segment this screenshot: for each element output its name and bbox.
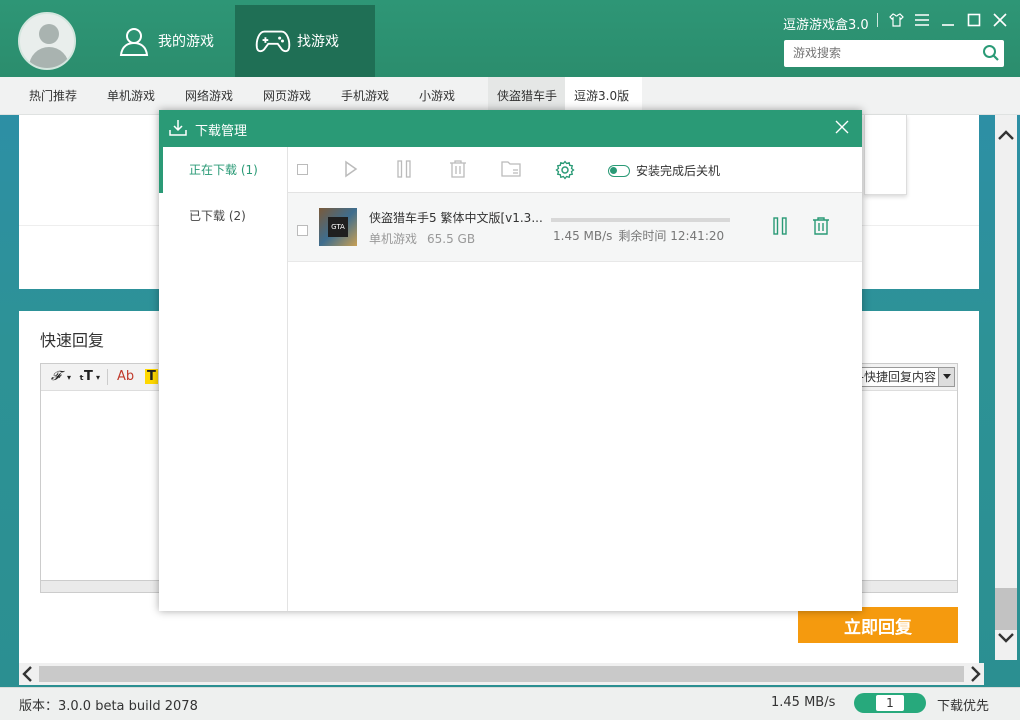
close-icon[interactable] [992,12,1008,28]
avatar-head [39,24,59,44]
item-speed: 1.45 MB/s [553,229,613,243]
select-all-checkbox[interactable] [297,164,308,175]
delete-icon[interactable] [449,160,467,181]
nav-find-games-label: 找游戏 [297,34,339,50]
skin-icon[interactable] [888,12,904,28]
avatar-body [29,47,69,68]
scrollbar-thumb[interactable] [995,588,1017,630]
tab-downloading[interactable]: 正在下载 (1) [159,147,287,193]
submit-reply-button[interactable]: 立即回复 [798,607,958,643]
highlight-button[interactable]: T [145,369,158,384]
chevron-down-icon [938,368,954,386]
maximize-icon[interactable] [966,12,982,28]
row-delete-icon[interactable] [812,217,830,238]
quick-reply-select[interactable]: 快捷回复内容-- [857,367,955,387]
tab-downloaded[interactable]: 已下载 (2) [159,193,287,239]
folder-icon[interactable] [501,160,521,181]
vertical-scrollbar[interactable] [995,115,1017,660]
title-separator [877,13,878,27]
download-sidebar: 正在下载 (1) 已下载 (2) [159,147,288,611]
category-hot[interactable]: 热门推荐 [29,77,77,115]
version-label: 版本：3.0.0 beta build 2078 [19,699,198,714]
scroll-up-icon[interactable] [998,129,1014,144]
quick-reply-title: 快速回复 [40,331,105,350]
text-color-button[interactable]: Ab [117,369,134,384]
nav-my-games-label: 我的游戏 [158,34,214,50]
settings-gear-icon[interactable] [555,160,575,183]
dialog-titlebar: 下载管理 [159,110,862,147]
game-thumbnail: GTA [319,208,357,246]
toggle-switch[interactable] [608,164,630,177]
nav-tab-find-games[interactable]: 找游戏 [235,5,375,77]
download-count: 1 [876,695,904,711]
toolbar-separator [107,369,108,385]
user-avatar[interactable] [18,12,76,70]
font-size-caret: ▾ [96,373,101,382]
font-family-button[interactable]: 𝓕 [51,369,61,384]
search-box [784,40,1004,67]
scroll-down-icon[interactable] [998,632,1014,647]
dialog-title: 下载管理 [195,124,248,139]
horizontal-scrollbar-thumb[interactable] [39,666,964,682]
app-title: 逗游游戏盒3.0 [783,18,869,33]
shutdown-after-install-toggle[interactable]: 安装完成后关机 [608,162,720,179]
dialog-close-icon[interactable] [834,119,850,138]
download-icon [169,119,187,140]
download-row[interactable]: GTA 侠盗猎车手5 繁体中文版[v1.3... 单机游戏 65.5 GB 1.4… [288,193,862,262]
horizontal-scrollbar[interactable] [19,663,984,685]
font-size-button[interactable]: ₜT [79,369,93,384]
download-rate: 1.45 MB/s 剩余时间 12:41:20 [553,227,724,244]
pause-icon[interactable] [396,160,412,181]
download-priority[interactable]: 下载优先 [937,695,989,714]
game-size: 65.5 GB [427,232,476,246]
download-toolbar: 安装完成后关机 [288,147,862,193]
shutdown-label: 安装完成后关机 [636,164,721,178]
menu-icon[interactable] [914,12,930,28]
category-single[interactable]: 单机游戏 [107,77,155,115]
play-icon[interactable] [344,160,358,181]
search-input[interactable] [784,40,964,65]
gamepad-icon [255,23,291,59]
download-manager-dialog: 下载管理 正在下载 (1) 已下载 (2) 安装完成后关机 GTA 侠盗猎车手5… [159,110,862,611]
row-checkbox[interactable] [297,225,308,236]
font-family-caret: ▾ [67,373,72,382]
gta-logo-icon: GTA [328,217,348,237]
progress-bar [551,218,730,222]
download-count-badge[interactable]: 1 [854,693,926,713]
status-bar: 版本：3.0.0 beta build 2078 1.45 MB/s 1 下载优… [0,687,1020,720]
download-speed: 1.45 MB/s [771,695,836,710]
time-remaining: 剩余时间 12:41:20 [618,229,725,243]
minimize-icon[interactable] [940,12,956,28]
search-icon[interactable] [982,44,1000,62]
app-header: 我的游戏 找游戏 逗游游戏盒3.0 [0,0,1020,77]
user-icon [116,23,152,59]
game-name: 侠盗猎车手5 繁体中文版[v1.3... [369,211,543,225]
dropdown-panel [864,115,907,195]
game-category: 单机游戏 [369,232,418,246]
row-pause-icon[interactable] [772,217,788,238]
scroll-left-icon[interactable] [21,666,33,685]
game-meta: 单机游戏 65.5 GB [369,230,475,247]
nav-tab-my-games[interactable]: 我的游戏 [96,5,236,77]
scroll-right-icon[interactable] [970,666,982,685]
window-controls [877,12,1008,28]
